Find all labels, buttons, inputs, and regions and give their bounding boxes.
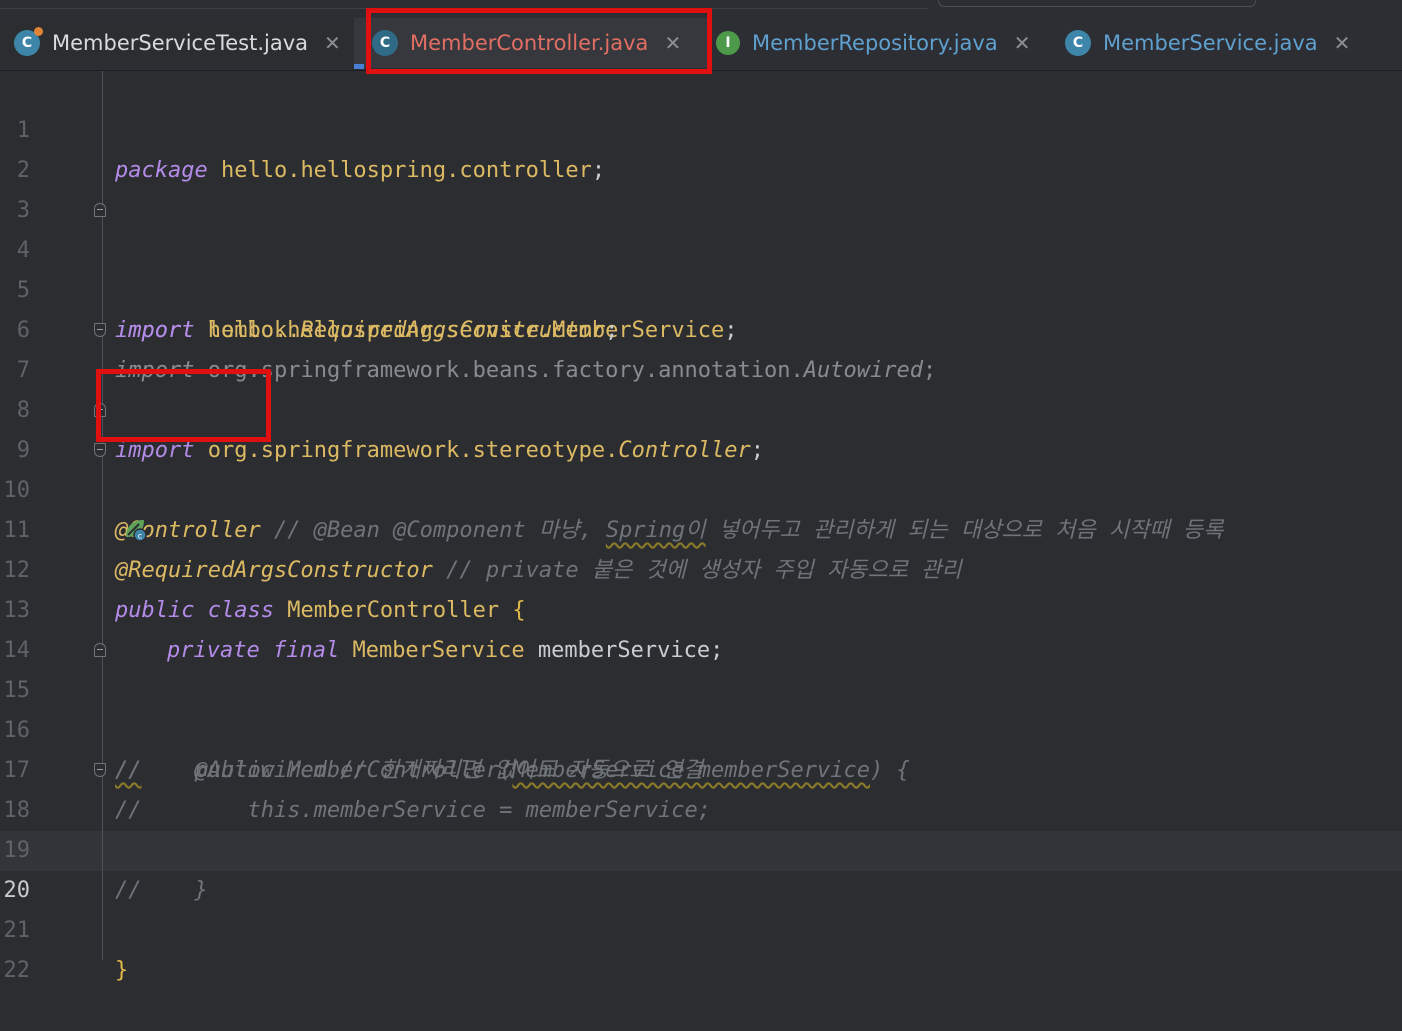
tab-member-repository[interactable]: I MemberRepository.java ✕ xyxy=(710,18,1055,68)
fold-toggle-icon[interactable] xyxy=(94,203,106,217)
code-line: 3 xyxy=(0,151,1402,223)
tab-label: MemberRepository.java xyxy=(752,31,998,55)
line-number: 22 xyxy=(3,958,31,983)
code-text[interactable]: } xyxy=(115,951,128,991)
code-line: 16 // public MemberController(MemberServ… xyxy=(0,671,1402,783)
search-box-edge xyxy=(938,0,1256,7)
code-line: 22 xyxy=(0,911,1402,983)
code-line: 13 private final MemberService memberSer… xyxy=(0,551,1402,663)
fold-toggle-icon[interactable] xyxy=(94,323,106,337)
code-line: 2 xyxy=(0,111,1402,183)
code-line: 12 xyxy=(0,511,1402,583)
tab-highlight-box xyxy=(366,8,712,74)
fold-toggle-icon[interactable] xyxy=(94,763,106,777)
code-line: 19 xyxy=(0,791,1402,863)
code-line: 4 import hello.hellospring.service.Membe… xyxy=(0,191,1402,343)
code-line: 1 package hello.hellospring.controller; xyxy=(0,71,1402,183)
tab-member-service-test[interactable]: C MemberServiceTest.java ✕ xyxy=(0,18,354,68)
close-tab-icon[interactable]: ✕ xyxy=(1014,31,1031,55)
tab-label: MemberServiceTest.java xyxy=(52,31,309,55)
code-line-current: 20 xyxy=(0,831,1402,903)
spring-bean-gutter-icon[interactable]: c xyxy=(44,477,148,542)
tab-member-service[interactable]: C MemberService.java ✕ xyxy=(1055,18,1402,68)
code-line: 17 // this.memberService = memberService… xyxy=(0,711,1402,823)
active-tab-indicator xyxy=(354,64,364,69)
java-interface-icon: I xyxy=(716,31,740,55)
code-line: 6 import org.springframework.beans.facto… xyxy=(0,271,1402,383)
code-line: 15 // @Autowired // 한개짜리면 없어도 자동으로 연결 xyxy=(0,631,1402,783)
code-line: 21 } xyxy=(0,871,1402,983)
code-line: 5 import lombok.RequiredArgsConstructor; xyxy=(0,231,1402,343)
code-editor[interactable]: 1 package hello.hellospring.controller; … xyxy=(0,71,1402,983)
code-line: 14 xyxy=(0,591,1402,663)
java-class-icon: C xyxy=(14,27,43,56)
close-tab-icon[interactable]: ✕ xyxy=(324,31,341,55)
code-line: 18 // } xyxy=(0,751,1402,903)
fold-toggle-icon[interactable] xyxy=(94,643,106,657)
annotation-highlight-box xyxy=(96,369,271,442)
java-class-icon: C xyxy=(1065,30,1091,56)
close-tab-icon[interactable]: ✕ xyxy=(1334,31,1351,55)
tab-label: MemberService.java xyxy=(1103,31,1318,55)
code-line: 7 import org.springframework.stereotype.… xyxy=(0,311,1402,463)
fold-toggle-icon[interactable] xyxy=(94,443,106,457)
code-line: 11 c public class MemberController { xyxy=(0,471,1402,623)
